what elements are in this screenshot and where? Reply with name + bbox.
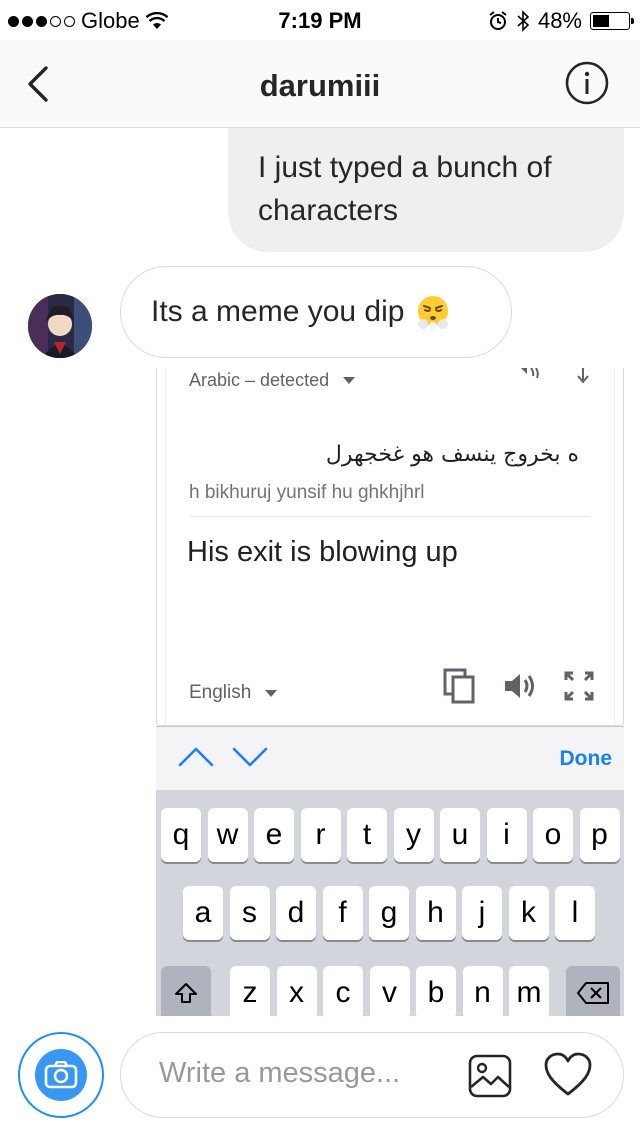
message-text: I just typed a bunch of characters: [258, 151, 552, 227]
key-g[interactable]: g: [369, 886, 409, 940]
target-language-selector[interactable]: English: [189, 682, 278, 704]
key-h[interactable]: h: [415, 886, 456, 940]
key-m[interactable]: m: [509, 966, 549, 1016]
caret-down-icon: [343, 377, 356, 384]
key-z[interactable]: z: [230, 966, 270, 1016]
next-field-chevron-down-icon[interactable]: [230, 741, 270, 771]
outgoing-message-bubble[interactable]: I just typed a bunch of characters: [228, 128, 624, 252]
conversation-title[interactable]: darumiii: [0, 68, 640, 104]
conversation-header: darumiii: [0, 40, 640, 128]
fullscreen-icon[interactable]: [563, 670, 595, 702]
delete-key[interactable]: [566, 966, 620, 1016]
key-t[interactable]: t: [347, 808, 387, 862]
battery-icon: [590, 12, 634, 30]
key-k[interactable]: k: [508, 886, 549, 940]
divider: [189, 516, 591, 517]
incoming-message-bubble[interactable]: Its a meme you dip: [120, 266, 512, 358]
info-icon[interactable]: [564, 60, 610, 106]
shift-arrow-icon: [175, 983, 197, 1003]
done-button[interactable]: Done: [560, 747, 613, 771]
swap-icon[interactable]: [575, 368, 591, 384]
heart-icon[interactable]: [543, 1051, 593, 1099]
previous-field-chevron-up-icon[interactable]: [176, 741, 216, 771]
gallery-image-icon[interactable]: [467, 1053, 513, 1099]
key-y[interactable]: y: [393, 808, 434, 862]
camera-icon: [35, 1049, 87, 1101]
avatar[interactable]: [28, 294, 92, 358]
avatar-image: [28, 294, 92, 358]
key-r[interactable]: r: [300, 808, 341, 862]
message-composer: [120, 1032, 624, 1118]
bluetooth-icon: [517, 10, 530, 32]
key-v[interactable]: v: [369, 966, 410, 1016]
source-text: ه بخروج ينسف هو غخجهرل: [325, 442, 579, 467]
key-j[interactable]: j: [462, 886, 502, 940]
copy-icon[interactable]: [443, 668, 477, 704]
battery-percent: 48%: [537, 8, 582, 33]
key-c[interactable]: c: [323, 966, 363, 1016]
translated-text: His exit is blowing up: [187, 536, 458, 568]
status-bar: Globe 7:19 PM 48%: [0, 0, 640, 40]
status-right: 48%: [488, 8, 634, 34]
alarm-clock-icon: [489, 11, 507, 30]
key-a[interactable]: a: [183, 886, 223, 940]
key-f[interactable]: f: [322, 886, 363, 940]
shift-key[interactable]: [161, 966, 211, 1016]
speaker-icon[interactable]: [513, 368, 541, 382]
face-with-steam-from-nose-emoji-icon: [418, 296, 449, 330]
key-w[interactable]: w: [207, 808, 248, 862]
key-d[interactable]: d: [276, 886, 316, 940]
message-input[interactable]: [159, 1057, 449, 1090]
camera-button[interactable]: [18, 1032, 104, 1118]
keyboard-toolbar: Done: [156, 726, 624, 790]
key-u[interactable]: u: [440, 808, 480, 862]
caret-down-icon: [265, 689, 278, 697]
key-e[interactable]: e: [254, 808, 294, 862]
key-l[interactable]: l: [555, 886, 595, 940]
keyboard: qwertyuiop asdfghjkl zxcvbnm: [156, 790, 624, 1016]
key-q[interactable]: q: [161, 808, 201, 862]
translation-card: Arabic – detected ه بخروج ينسف هو غخجهرل…: [156, 368, 624, 726]
card-bottom-actions: [443, 668, 595, 704]
speaker-icon[interactable]: [503, 671, 537, 701]
key-n[interactable]: n: [462, 966, 503, 1016]
source-language-selector[interactable]: Arabic – detected: [189, 370, 356, 391]
key-b[interactable]: b: [416, 966, 456, 1016]
backspace-icon: [577, 982, 609, 1004]
key-p[interactable]: p: [579, 808, 620, 862]
transliteration-text: h bikhuruj yunsif hu ghkhjhrl: [189, 482, 425, 503]
target-language-label: English: [189, 682, 252, 703]
source-language-label: Arabic – detected: [189, 370, 330, 390]
card-top-actions: [513, 368, 591, 384]
key-i[interactable]: i: [486, 808, 527, 862]
key-o[interactable]: o: [533, 808, 573, 862]
key-s[interactable]: s: [229, 886, 270, 940]
message-text: Its a meme you dip: [151, 295, 405, 328]
key-x[interactable]: x: [276, 966, 317, 1016]
